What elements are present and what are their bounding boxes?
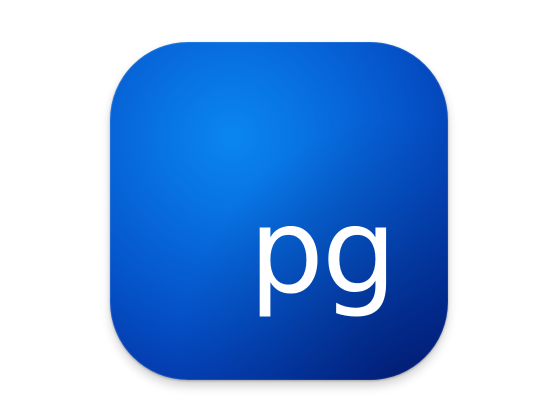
app-icon[interactable]: pg [110,42,448,380]
app-icon-monogram: pg [249,182,397,320]
page-canvas: pg [0,0,560,420]
